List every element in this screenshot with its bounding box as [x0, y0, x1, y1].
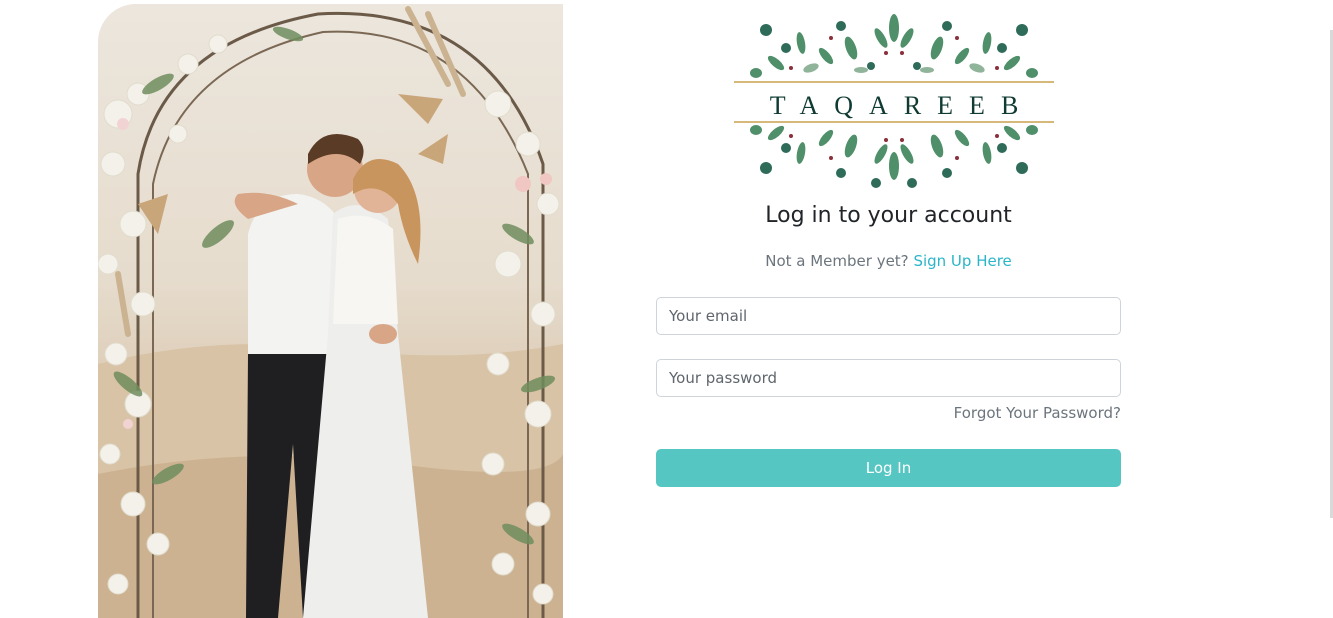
page-title: Log in to your account — [765, 203, 1012, 228]
password-input[interactable] — [656, 359, 1121, 397]
signup-prompt: Not a Member yet? Sign Up Here — [656, 252, 1121, 270]
email-input[interactable] — [656, 297, 1121, 335]
logo-wordmark: TAQAREEB — [769, 91, 1035, 120]
forgot-password-link[interactable]: Forgot Your Password? — [656, 404, 1121, 422]
wedding-photo — [98, 4, 563, 618]
taqareeb-logo: TAQAREEB — [731, 8, 1057, 194]
signup-link[interactable]: Sign Up Here — [913, 252, 1011, 270]
login-page: TAQAREEB Log in to your account Not a Me… — [0, 0, 1333, 618]
login-button[interactable]: Log In — [656, 449, 1121, 487]
signup-prompt-text: Not a Member yet? — [765, 252, 909, 270]
